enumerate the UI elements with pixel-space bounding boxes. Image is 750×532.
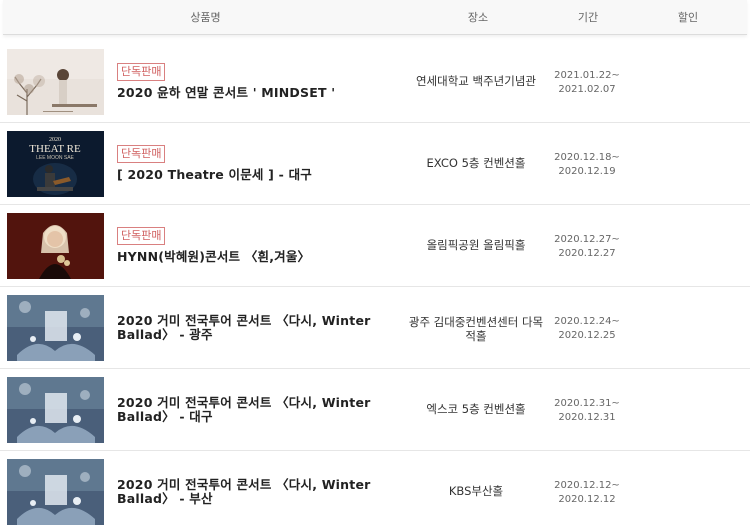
period-text: 2020.12.31~ 2020.12.31: [548, 397, 626, 425]
product-title[interactable]: HYNN(박혜원)콘서트 〈흰,겨울〉: [117, 250, 382, 264]
poster-gummy-image: [7, 459, 104, 525]
poster-gummy-image: [7, 295, 104, 361]
exclusive-badge: 단독판매: [117, 63, 166, 81]
period-end: 2020.12.19: [558, 166, 616, 177]
poster-title: THEAT RE: [29, 143, 81, 155]
poster-image[interactable]: 2020 THEAT RE LEE MOON SAE: [7, 131, 104, 197]
table-row[interactable]: 2020 THEAT RE LEE MOON SAE 단독판매 [ 2020 T…: [0, 123, 750, 205]
venue-text: 연세대학교 백주년기념관: [415, 74, 537, 88]
period-start: 2020.12.18~: [554, 152, 620, 163]
poster-hynn-image: [7, 213, 104, 279]
venue-text: 광주 김대중컨벤션센터 다목 적홀: [400, 315, 552, 343]
venue-text: 올림픽공원 올림픽홀: [426, 238, 526, 252]
header-period: 기간: [577, 11, 599, 24]
header-venue: 장소: [467, 11, 489, 24]
product-title-line2: Ballad〉 - 부산: [117, 491, 213, 506]
venue-line1: 광주 김대중컨벤션센터 다목: [408, 315, 544, 329]
table-row[interactable]: 단독판매 HYNN(박혜원)콘서트 〈흰,겨울〉 올림픽공원 올림픽홀 2020…: [0, 205, 750, 287]
period-text: 2020.12.12~ 2020.12.12: [548, 479, 626, 507]
table-row[interactable]: 2020 거미 전국투어 콘서트 〈다시, Winter Ballad〉 - 대…: [0, 369, 750, 451]
table-row[interactable]: 단독판매 2020 윤하 연말 콘서트 ' MINDSET ' 연세대학교 백주…: [0, 41, 750, 123]
header-product: 상품명: [190, 11, 221, 24]
period-end: 2020.12.25: [558, 330, 616, 341]
product-title[interactable]: 2020 거미 전국투어 콘서트 〈다시, Winter Ballad〉 - 부…: [117, 478, 382, 506]
table-row[interactable]: 2020 거미 전국투어 콘서트 〈다시, Winter Ballad〉 - 부…: [0, 451, 750, 532]
ticket-list-table: 상품명 장소 기간 할인 단독판매 2020 윤하 연말 콘서트 ' MINDS…: [0, 0, 750, 532]
period-end: 2021.02.07: [558, 84, 616, 95]
poster-image[interactable]: [7, 49, 104, 115]
product-title-line1: 2020 거미 전국투어 콘서트 〈다시, Winter: [117, 313, 371, 328]
venue-text: 엑스코 5층 컨벤션홀: [426, 402, 526, 416]
poster-artist: LEE MOON SAE: [36, 155, 74, 161]
product-title[interactable]: [ 2020 Theatre 이문세 ] - 대구: [117, 168, 382, 182]
period-start: 2020.12.24~: [554, 316, 620, 327]
product-title-line1: 2020 거미 전국투어 콘서트 〈다시, Winter: [117, 477, 371, 492]
period-text: 2021.01.22~ 2021.02.07: [548, 69, 626, 97]
product-title[interactable]: 2020 거미 전국투어 콘서트 〈다시, Winter Ballad〉 - 대…: [117, 396, 382, 424]
exclusive-badge: 단독판매: [117, 227, 166, 245]
table-header: 상품명 장소 기간 할인: [3, 0, 747, 35]
poster-image[interactable]: [7, 377, 104, 443]
product-title[interactable]: 2020 거미 전국투어 콘서트 〈다시, Winter Ballad〉 - 광…: [117, 314, 382, 342]
poster-image[interactable]: [7, 459, 104, 525]
product-title-line2: Ballad〉 - 대구: [117, 409, 213, 424]
venue-line2: 적홀: [465, 329, 487, 343]
period-start: 2021.01.22~: [554, 70, 620, 81]
period-end: 2020.12.31: [558, 412, 616, 423]
product-title-line2: Ballad〉 - 광주: [117, 327, 213, 342]
period-start: 2020.12.27~: [554, 234, 620, 245]
period-text: 2020.12.18~ 2020.12.19: [548, 151, 626, 179]
table-row[interactable]: 2020 거미 전국투어 콘서트 〈다시, Winter Ballad〉 - 광…: [0, 287, 750, 369]
period-text: 2020.12.24~ 2020.12.25: [548, 315, 626, 343]
product-title[interactable]: 2020 윤하 연말 콘서트 ' MINDSET ': [117, 86, 382, 100]
poster-gummy-image: [7, 377, 104, 443]
poster-yoonha-image: [7, 49, 104, 115]
poster-image[interactable]: [7, 213, 104, 279]
venue-text: EXCO 5층 컨벤션홀: [426, 156, 526, 170]
product-title-line1: 2020 거미 전국투어 콘서트 〈다시, Winter: [117, 395, 371, 410]
period-end: 2020.12.27: [558, 248, 616, 259]
poster-image[interactable]: [7, 295, 104, 361]
period-start: 2020.12.12~: [554, 480, 620, 491]
period-end: 2020.12.12: [558, 494, 616, 505]
period-start: 2020.12.31~: [554, 398, 620, 409]
header-discount: 할인: [677, 11, 699, 24]
exclusive-badge: 단독판매: [117, 145, 166, 163]
venue-text: KBS부산홀: [448, 484, 504, 498]
poster-theatre-image: 2020 THEAT RE LEE MOON SAE: [7, 131, 104, 197]
period-text: 2020.12.27~ 2020.12.27: [548, 233, 626, 261]
